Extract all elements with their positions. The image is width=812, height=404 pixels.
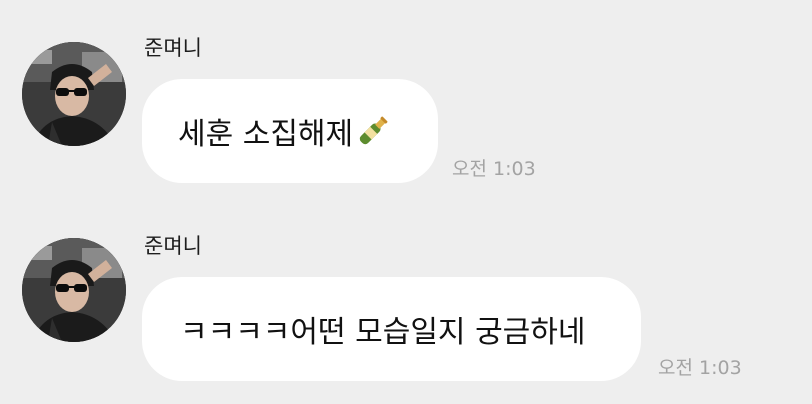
message-text: ㅋㅋㅋㅋ어떤 모습일지 궁금하네: [180, 315, 586, 350]
message-bubble[interactable]: ㅋㅋㅋㅋ어떤 모습일지 궁금하네: [142, 277, 641, 381]
message-time: 오전 1:03: [452, 158, 536, 180]
avatar[interactable]: [22, 42, 126, 146]
champagne-bottle-icon: [355, 113, 391, 149]
sender-name: 준며니: [144, 36, 202, 60]
avatar[interactable]: [22, 238, 126, 342]
message-time: 오전 1:03: [658, 357, 742, 379]
message-text: 세훈 소집해제: [178, 117, 354, 152]
profile-photo: [22, 42, 126, 146]
sender-name: 준며니: [144, 234, 202, 258]
profile-photo: [22, 238, 126, 342]
message-bubble[interactable]: 세훈 소집해제: [142, 79, 438, 183]
